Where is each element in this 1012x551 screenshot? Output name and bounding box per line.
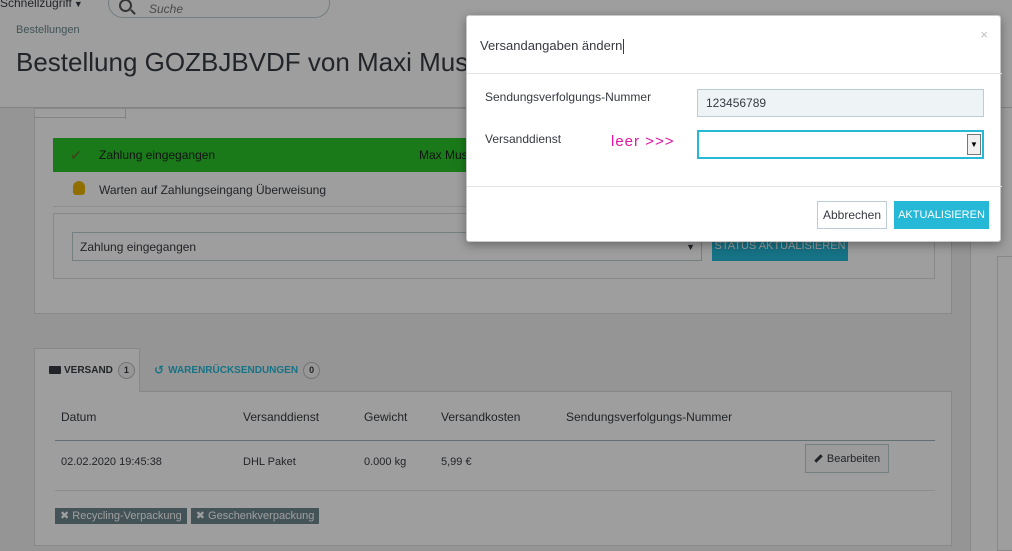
cancel-button[interactable]: Abbrechen [817,201,887,229]
annotation-note: leer >>> [611,133,675,150]
tracking-number-input[interactable]: 123456789 [697,89,984,117]
close-icon[interactable]: × [980,28,988,41]
carrier-select[interactable]: ▼ [697,130,984,159]
tracking-label: Sendungsverfolgungs-Nummer [485,90,652,104]
text-cursor [623,39,625,55]
modal-header-divider [467,73,1002,74]
modal-title: Versandangaben ändern [480,38,625,55]
modal-title-text: Versandangaben ändern [480,38,623,53]
carrier-label: Versanddienst [485,132,562,146]
modal-footer-divider [467,186,1002,187]
edit-shipping-modal: Versandangaben ändern × Sendungsverfolgu… [466,15,1002,242]
update-button[interactable]: AKTUALISIEREN [894,201,989,229]
chevron-down-icon: ▼ [967,134,981,155]
